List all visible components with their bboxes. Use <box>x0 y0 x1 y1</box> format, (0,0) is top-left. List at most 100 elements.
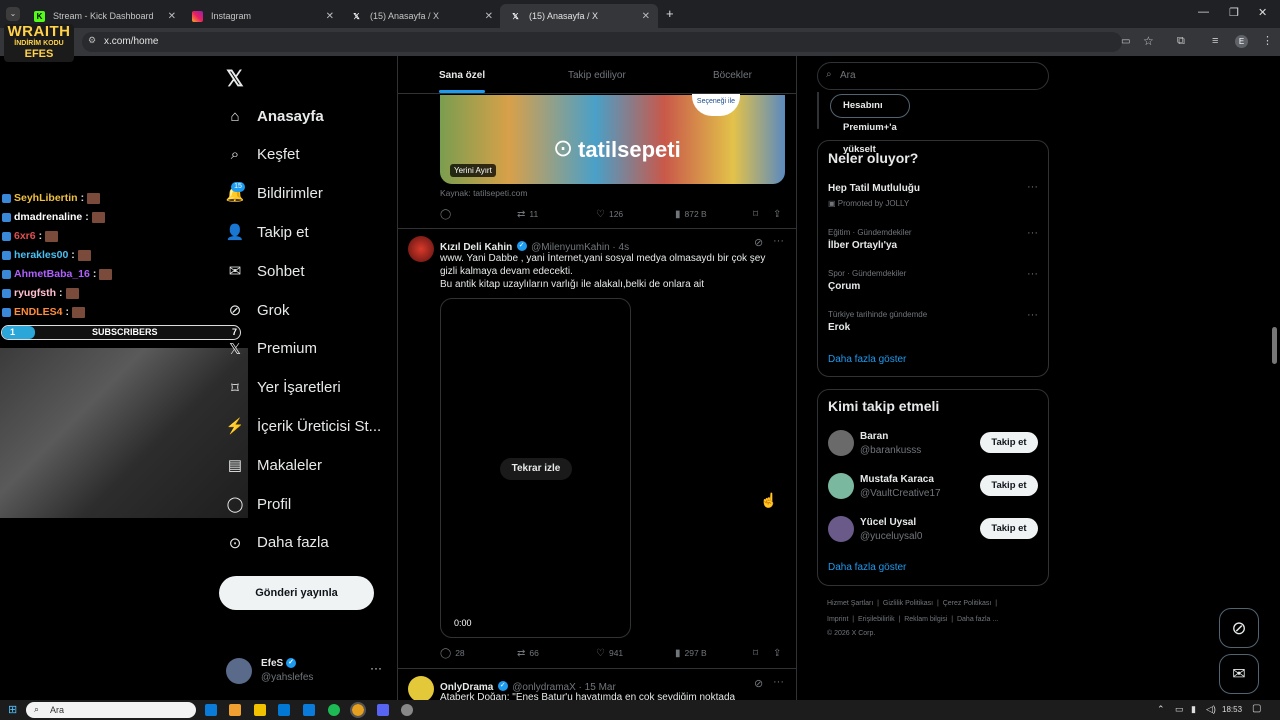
tweet-more-icon[interactable]: ··· <box>773 235 784 247</box>
windows-start-icon[interactable]: ⊞ <box>8 703 17 716</box>
url-field[interactable]: ⚙ x.com/home <box>82 32 1122 52</box>
grok-icon[interactable]: ⊘ <box>754 677 763 690</box>
bookmark-button[interactable]: ⌑ <box>753 646 762 660</box>
footer-link[interactable]: Imprint <box>827 616 848 623</box>
chrome-icon[interactable] <box>350 702 366 718</box>
trend-name[interactable]: Çorum <box>828 281 860 292</box>
footer-link[interactable]: Daha fazla ... <box>957 616 998 623</box>
post-button[interactable]: Gönderi yayınla <box>219 576 374 610</box>
footer-link[interactable]: Hizmet Şartları <box>827 600 873 607</box>
volume-icon[interactable]: ◁) <box>1206 704 1216 715</box>
trend-more-icon[interactable]: ··· <box>1027 268 1038 280</box>
tab-search-button[interactable]: ⌄ <box>6 7 20 21</box>
tab-for-you[interactable]: Sana özel <box>439 70 485 81</box>
nav-item-search[interactable]: ⌕ Keşfet <box>226 138 300 172</box>
show-more-follow-link[interactable]: Daha fazla göster <box>828 562 906 573</box>
reply-button[interactable]: ◯ 28 <box>440 646 465 660</box>
nav-item-mail[interactable]: ✉ Sohbet <box>226 254 305 288</box>
mic-icon[interactable]: ▮ <box>1191 704 1196 715</box>
tab-following[interactable]: Takip ediliyor <box>568 70 626 81</box>
grok-icon[interactable]: ⊘ <box>754 236 763 249</box>
nav-item-bookmark[interactable]: ⌑ Yer İşaretleri <box>226 371 341 405</box>
suggestion-name[interactable]: Baran <box>860 431 888 442</box>
nav-item-more-circle[interactable]: ⊙ Daha fazla <box>226 526 329 560</box>
replay-button[interactable]: Tekrar izle <box>500 458 572 480</box>
suggestion-name[interactable]: Yücel Uysal <box>860 517 916 528</box>
views-button[interactable]: ▮ 297 B <box>675 646 707 660</box>
media-control-icon[interactable]: ≡ <box>1212 35 1218 47</box>
footer-link[interactable]: Çerez Politikası <box>943 600 992 607</box>
discord-icon[interactable] <box>377 704 389 716</box>
tray-chevron-icon[interactable]: ⌃ <box>1157 704 1165 715</box>
extensions-icon[interactable]: ⧉ <box>1177 35 1185 48</box>
account-more-icon[interactable]: ··· <box>370 661 382 675</box>
reply-button[interactable]: ◯ <box>440 207 455 221</box>
avatar[interactable] <box>828 430 854 456</box>
browser-menu-icon[interactable]: ⋮ <box>1262 34 1273 47</box>
bookmark-button[interactable]: ⌑ <box>753 207 762 221</box>
restore-button[interactable]: ❐ <box>1229 6 1239 19</box>
avatar[interactable] <box>408 676 434 702</box>
bookmark-star-icon[interactable]: ☆ <box>1143 34 1154 48</box>
nav-item-article[interactable]: ▤ Makaleler <box>226 448 322 482</box>
close-icon[interactable]: ✕ <box>326 11 334 22</box>
page-scrollbar[interactable] <box>1272 327 1277 364</box>
trend-name[interactable]: Hep Tatil Mutluluğu <box>828 183 920 194</box>
network-icon[interactable]: ▭ <box>1175 704 1184 715</box>
obs-icon[interactable] <box>401 704 413 716</box>
new-tab-button[interactable]: + <box>666 6 674 21</box>
nav-item-profile[interactable]: ◯ Profil <box>226 487 292 521</box>
window-close-button[interactable]: ✕ <box>1258 6 1267 19</box>
trend-name[interactable]: Erok <box>828 322 850 333</box>
trend-more-icon[interactable]: ··· <box>1027 309 1038 321</box>
suggestion-name[interactable]: Mustafa Karaca <box>860 474 934 485</box>
spotify-icon[interactable] <box>328 704 340 716</box>
close-icon[interactable]: ✕ <box>642 11 650 22</box>
minimize-button[interactable]: — <box>1198 6 1209 18</box>
explorer-icon[interactable] <box>254 704 266 716</box>
cast-icon[interactable]: ▭ <box>1121 36 1130 47</box>
notifications-icon[interactable]: ▢ <box>1252 703 1261 714</box>
share-button[interactable]: ⇪ <box>773 207 785 221</box>
like-button[interactable]: ♡ 941 <box>596 646 623 660</box>
repost-button[interactable]: ⇄ 66 <box>517 646 539 660</box>
tweet-more-icon[interactable]: ··· <box>773 676 784 688</box>
ad-source[interactable]: Kaynak: tatilsepeti.com <box>440 188 527 198</box>
copilot-icon[interactable] <box>229 704 241 716</box>
avatar[interactable] <box>828 516 854 542</box>
profile-avatar[interactable]: E <box>1235 35 1248 48</box>
tab-x-home-1[interactable]: 𝕏 (15) Anasayfa / X ✕ <box>341 4 501 28</box>
share-button[interactable]: ⇪ <box>773 646 785 660</box>
nav-item-person-add[interactable]: 👤 Takip et <box>226 215 309 249</box>
tab-bocekler[interactable]: Böcekler <box>713 70 752 81</box>
site-info-icon[interactable]: ⚙ <box>88 35 96 46</box>
avatar[interactable] <box>828 473 854 499</box>
nav-item-studio[interactable]: ⚡ İçerik Üreticisi St... <box>226 409 382 443</box>
follow-button[interactable]: Takip et <box>980 432 1038 453</box>
edge-icon[interactable] <box>205 704 217 716</box>
footer-link[interactable]: Gizlilik Politikası <box>883 600 933 607</box>
taskbar-search[interactable]: ⌕ Ara <box>26 702 196 718</box>
show-more-trends-link[interactable]: Daha fazla göster <box>828 354 906 365</box>
views-button[interactable]: ▮ 872 B <box>675 207 707 221</box>
like-button[interactable]: ♡ 126 <box>596 207 623 221</box>
account-switcher[interactable]: EfeS ✓ @yahslefes ··· <box>226 656 386 686</box>
trend-more-icon[interactable]: ··· <box>1027 227 1038 239</box>
repost-button[interactable]: ⇄ 11 <box>517 207 538 221</box>
x-logo-icon[interactable]: 𝕏 <box>226 66 244 92</box>
trend-more-icon[interactable]: ··· <box>1027 181 1038 193</box>
close-icon[interactable]: ✕ <box>168 11 176 22</box>
avatar[interactable] <box>408 236 434 262</box>
nav-item-grok[interactable]: ⊘ Grok <box>226 293 290 327</box>
nav-item-x-premium[interactable]: 𝕏 Premium <box>226 332 317 366</box>
close-icon[interactable]: ✕ <box>485 11 493 22</box>
follow-button[interactable]: Takip et <box>980 475 1038 496</box>
tab-x-home-2[interactable]: 𝕏 (15) Anasayfa / X ✕ <box>500 4 658 28</box>
footer-link[interactable]: Erişilebilirlik <box>858 616 895 623</box>
premium-upgrade-button[interactable]: Hesabını Premium+'a yükselt <box>830 94 910 155</box>
search-input[interactable]: ⌕ Ara <box>817 62 1049 90</box>
store-icon[interactable] <box>303 704 315 716</box>
trend-name[interactable]: İlber Ortaylı'ya <box>828 240 897 251</box>
messages-fab[interactable]: ✉ <box>1219 654 1259 694</box>
clock[interactable]: 18:53 <box>1222 705 1242 714</box>
